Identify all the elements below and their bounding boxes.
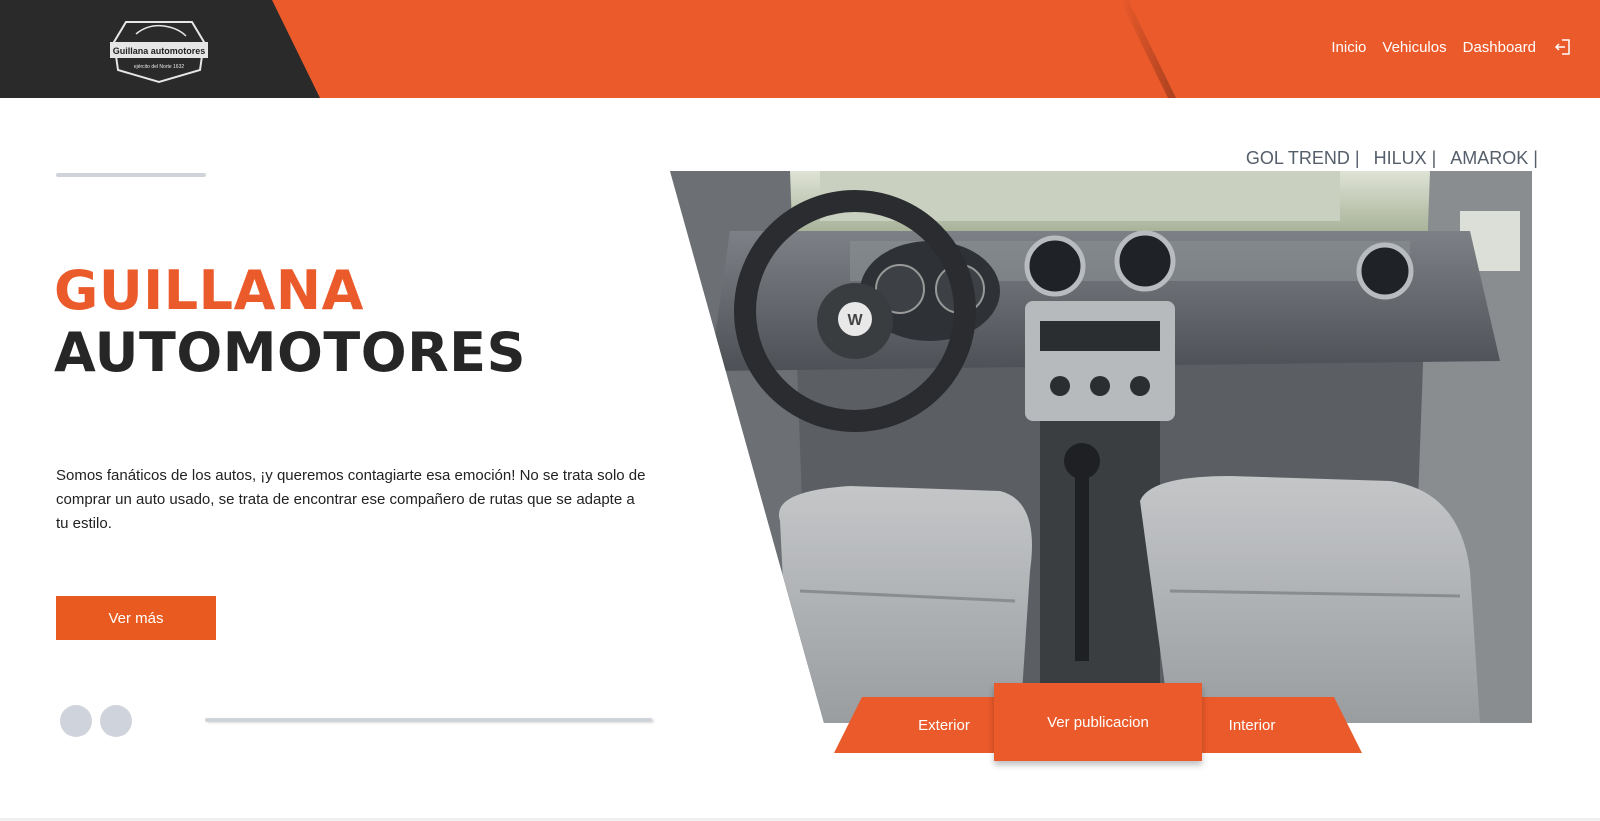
hero-title-line1: GUILLANA [54,259,364,322]
nav-dashboard[interactable]: Dashboard [1463,39,1536,56]
model-link-hilux[interactable]: HILUX | [1374,148,1437,169]
model-link-gol-trend[interactable]: GOL TREND | [1246,148,1360,169]
svg-text:ejército del Norte 1632: ejército del Norte 1632 [134,64,185,70]
brand-logo[interactable]: Guillana automotores ejército del Norte … [108,12,210,86]
bottom-divider [205,718,652,722]
logout-icon[interactable] [1554,38,1572,56]
model-links: GOL TREND | HILUX | AMAROK | [1246,148,1538,169]
slide-dot-2[interactable] [100,705,132,737]
top-divider [56,173,206,177]
ver-mas-button[interactable]: Ver más [56,596,216,640]
tab-interior[interactable]: Interior [1182,697,1362,753]
car-interior-photo: W [670,171,1532,723]
hero-title-line2: AUTOMOTORES [54,321,526,384]
ver-publicacion-button[interactable]: Ver publicacion [994,683,1202,761]
brand-logo-icon: Guillana automotores ejército del Norte … [110,21,208,84]
nav-inicio[interactable]: Inicio [1331,39,1366,56]
slide-dots [60,705,132,737]
nav-vehiculos[interactable]: Vehiculos [1382,39,1446,56]
tab-exterior[interactable]: Exterior [834,697,1014,753]
svg-text:W: W [847,312,863,329]
top-header: Guillana automotores ejército del Norte … [0,0,1600,98]
svg-text:Guillana automotores: Guillana automotores [113,46,206,56]
model-link-amarok[interactable]: AMAROK | [1450,148,1538,169]
car-interior-image: W [670,171,1532,723]
main-nav: Inicio Vehiculos Dashboard [1331,38,1572,56]
hero-description: Somos fanáticos de los autos, ¡y queremo… [56,467,646,532]
hero-title: GUILLANA AUTOMOTORES [54,260,526,384]
photo-tab-bar: Exterior Interior Ver publicacion [834,683,1362,761]
header-fold-shadow [1120,0,1176,98]
slide-dot-1[interactable] [60,705,92,737]
